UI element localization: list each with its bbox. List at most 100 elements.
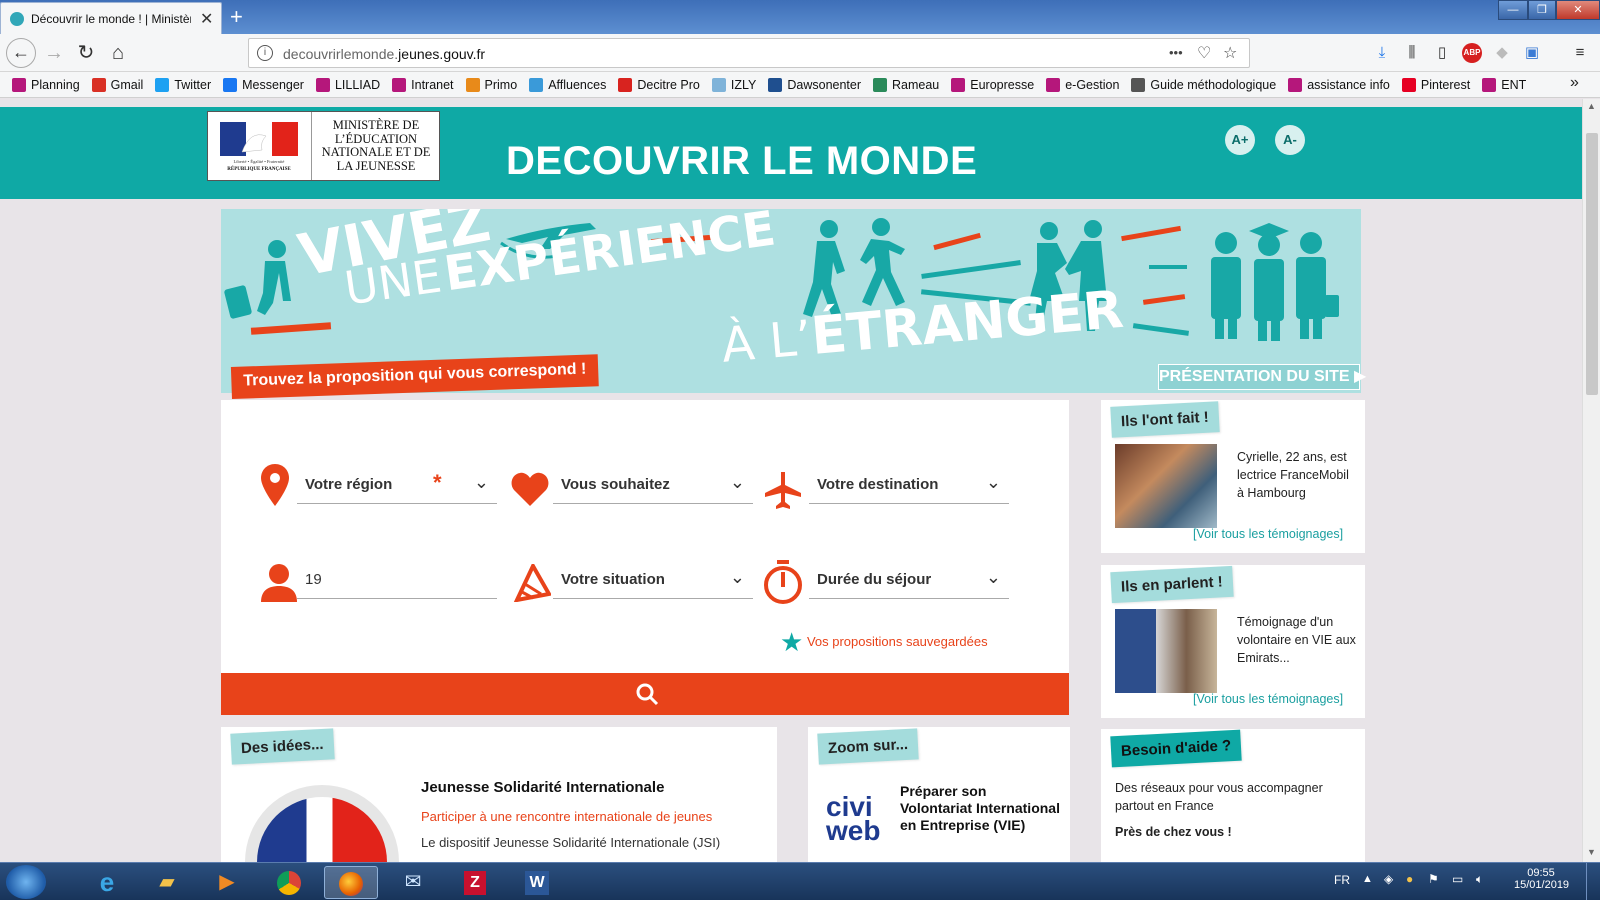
- browser-tab[interactable]: Découvrir le monde ! | Ministère ✕: [0, 2, 222, 34]
- word-icon[interactable]: W: [510, 866, 564, 899]
- volume-icon[interactable]: 🔈︎: [1476, 872, 1483, 887]
- forward-arrow-icon[interactable]: →: [40, 42, 68, 64]
- wish-select[interactable]: Vous souhaitez ⌄: [553, 468, 753, 504]
- bookmark-rameau[interactable]: Rameau: [873, 77, 939, 92]
- show-desktop-button[interactable]: [1586, 863, 1600, 900]
- close-tab-icon[interactable]: ✕: [200, 9, 213, 29]
- download-icon[interactable]: ⤓: [1372, 43, 1392, 63]
- increase-font-button[interactable]: A+: [1225, 125, 1255, 155]
- duration-select[interactable]: Durée du séjour ⌄: [809, 563, 1009, 599]
- scrollbar-thumb[interactable]: [1586, 133, 1598, 395]
- tray-app-icon[interactable]: ●: [1406, 872, 1413, 886]
- page-actions-icon[interactable]: •••: [1169, 45, 1183, 60]
- network-icon[interactable]: ▭: [1452, 872, 1463, 886]
- svg-text:Liberté • Égalité • Fraternité: Liberté • Égalité • Fraternité: [234, 159, 285, 164]
- sidebar-icon[interactable]: ▯: [1432, 43, 1452, 63]
- vertical-scrollbar[interactable]: ▲ ▼: [1582, 99, 1600, 862]
- adblock-icon[interactable]: ABP: [1462, 43, 1482, 63]
- bookmark-pinterest[interactable]: Pinterest: [1401, 77, 1470, 92]
- jsi-logo[interactable]: [245, 785, 399, 862]
- bookmark-guide-m-thodologique[interactable]: Guide méthodologique: [1131, 77, 1276, 92]
- search-button[interactable]: [221, 673, 1069, 715]
- ministry-name: MINISTÈRE DE L’ÉDUCATION NATIONALE ET DE…: [321, 118, 431, 173]
- star-icon: ★: [780, 627, 804, 657]
- back-arrow-icon[interactable]: ←: [6, 38, 36, 68]
- language-indicator[interactable]: FR: [1334, 873, 1350, 887]
- firefox-icon[interactable]: [324, 866, 378, 899]
- action-center-icon[interactable]: ⚑: [1428, 872, 1439, 886]
- near-you-link[interactable]: Près de chez vous !: [1115, 823, 1232, 841]
- bookmark-izly[interactable]: IZLY: [711, 77, 756, 92]
- dropbox-icon[interactable]: ◈: [1384, 872, 1393, 886]
- civiweb-logo[interactable]: civi web: [826, 793, 880, 845]
- wish-label: Vous souhaitez: [561, 476, 670, 493]
- testimonial-photo[interactable]: [1115, 444, 1217, 528]
- maximize-button[interactable]: ❐: [1528, 0, 1556, 20]
- url-text[interactable]: decouvrirlemonde.jeunes.gouv.fr: [283, 46, 485, 62]
- all-testimonials-link[interactable]: [Voir tous les témoignages]: [1193, 527, 1343, 541]
- bookmark-lilliad[interactable]: LILLIAD: [315, 77, 380, 92]
- bookmark-decitre-pro[interactable]: Decitre Pro: [618, 77, 700, 92]
- testimonial-text[interactable]: Cyrielle, 22 ans, est lectrice FranceMob…: [1237, 448, 1357, 502]
- new-tab-button[interactable]: +: [230, 4, 243, 30]
- site-title[interactable]: DECOUVRIR LE MONDE: [506, 139, 977, 184]
- bookmarks-overflow-icon[interactable]: »: [1570, 74, 1579, 92]
- bookmark-gmail[interactable]: Gmail: [91, 77, 143, 92]
- site-presentation-button[interactable]: PRÉSENTATION DU SITE ▶: [1158, 364, 1366, 390]
- media-card: Ils en parlent ! Témoignage d'un volonta…: [1101, 565, 1365, 718]
- bookmark-intranet[interactable]: Intranet: [392, 77, 454, 92]
- bookmark-primo[interactable]: Primo: [465, 77, 517, 92]
- decrease-font-button[interactable]: A-: [1275, 125, 1305, 155]
- age-input[interactable]: 19: [297, 563, 497, 599]
- pocket-icon[interactable]: ♡: [1197, 43, 1211, 63]
- bookmark-dawsonenter[interactable]: Dawsonenter: [768, 77, 861, 92]
- thunderbird-icon[interactable]: ✉: [386, 866, 440, 899]
- site-info-icon[interactable]: i: [257, 45, 273, 61]
- scroll-up-icon[interactable]: ▲: [1587, 101, 1596, 111]
- navigation-toolbar: ← → ↻ ⌂ i decouvrirlemonde.jeunes.gouv.f…: [0, 34, 1600, 72]
- bookmarks-toolbar: Planning Gmail Twitter Messenger LILLIAD Intr…: [0, 72, 1600, 98]
- affluences-icon: [529, 77, 544, 92]
- bookmark-assistance-info[interactable]: assistance info: [1288, 77, 1390, 92]
- reload-icon[interactable]: ↻: [72, 42, 100, 64]
- bookmark-ent[interactable]: ENT: [1482, 77, 1526, 92]
- home-icon[interactable]: ⌂: [104, 42, 132, 64]
- region-select[interactable]: Votre région * ⌄: [297, 468, 497, 504]
- destination-select[interactable]: Votre destination ⌄: [809, 468, 1009, 504]
- bookmark-twitter[interactable]: Twitter: [155, 77, 211, 92]
- bookmark-messenger[interactable]: Messenger: [223, 77, 304, 92]
- start-button[interactable]: [6, 865, 46, 899]
- menu-icon[interactable]: ≡: [1570, 43, 1590, 63]
- minimize-button[interactable]: —: [1498, 0, 1528, 20]
- media-text[interactable]: Témoignage d'un volontaire en VIE aux Em…: [1237, 613, 1357, 667]
- ideas-subtitle[interactable]: Participer à une rencontre international…: [421, 809, 712, 824]
- bookmark-star-icon[interactable]: ☆: [1223, 43, 1237, 63]
- media-photo[interactable]: [1115, 609, 1217, 693]
- saved-propositions-link[interactable]: ★ Vos propositions sauvegardées: [780, 627, 988, 658]
- ideas-title[interactable]: Jeunesse Solidarité Internationale: [421, 779, 664, 796]
- document-extension-icon[interactable]: ▣: [1522, 43, 1542, 63]
- situation-select[interactable]: Votre situation ⌄: [553, 563, 753, 599]
- scroll-down-icon[interactable]: ▼: [1587, 847, 1596, 857]
- bookmark-affluences[interactable]: Affluences: [529, 77, 606, 92]
- library-icon[interactable]: ⫼: [1402, 43, 1422, 63]
- media-player-icon[interactable]: ▶: [200, 866, 254, 899]
- zoom-title[interactable]: Préparer son Volontariat International e…: [900, 783, 1060, 834]
- messenger-icon: [223, 77, 238, 92]
- extension-icon[interactable]: ◆: [1492, 43, 1512, 63]
- primo-icon: [465, 77, 480, 92]
- file-explorer-icon[interactable]: ▰: [140, 866, 194, 899]
- zotero-icon[interactable]: Z: [448, 866, 502, 899]
- bookmark-europresse[interactable]: Europresse: [951, 77, 1034, 92]
- internet-explorer-icon[interactable]: e: [80, 866, 134, 899]
- address-bar[interactable]: i decouvrirlemonde.jeunes.gouv.fr ••• ♡ …: [248, 38, 1250, 68]
- bookmark-planning[interactable]: Planning: [12, 77, 80, 92]
- izly-icon: [711, 77, 726, 92]
- bookmark-e-gestion[interactable]: e-Gestion: [1046, 77, 1119, 92]
- clock[interactable]: 09:55 15/01/2019: [1514, 867, 1569, 891]
- ministry-logo[interactable]: Liberté • Égalité • Fraternité RÉPUBLIQU…: [207, 111, 440, 181]
- show-hidden-icons-icon[interactable]: ▲: [1362, 873, 1373, 885]
- chrome-icon[interactable]: [262, 866, 316, 899]
- close-window-button[interactable]: ✕: [1556, 0, 1600, 20]
- all-testimonials-link[interactable]: [Voir tous les témoignages]: [1193, 692, 1343, 706]
